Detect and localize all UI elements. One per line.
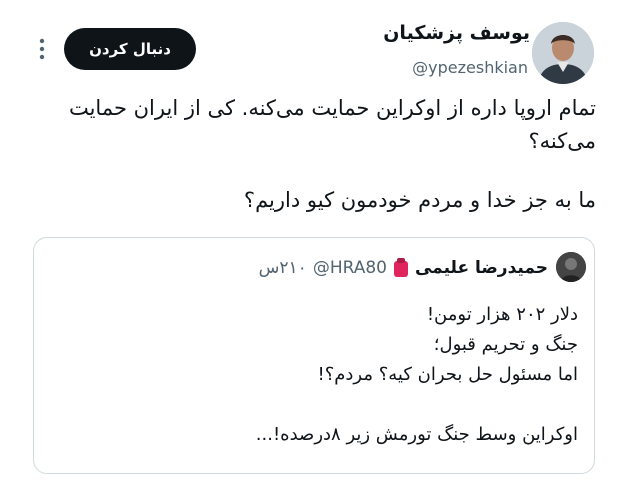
quoted-line bbox=[58, 390, 578, 420]
quoted-line: دلار ۲۰۲ هزار تومن! bbox=[426, 304, 578, 325]
author-avatar[interactable] bbox=[532, 22, 594, 84]
quoted-text: دلار ۲۰۲ هزار تومن! جنگ و تحریم قبول؛ ام… bbox=[58, 300, 578, 450]
tweet-paragraph: تمام اروپا داره از اوکراین حمایت می‌کنه.… bbox=[68, 96, 596, 153]
person-portrait-icon bbox=[556, 252, 586, 282]
author-name[interactable]: یوسف پزشکیان bbox=[383, 22, 530, 44]
tweet-text: تمام اروپا داره از اوکراین حمایت می‌کنه.… bbox=[36, 92, 596, 217]
quoted-author-name: حمیدرضا علیمی bbox=[414, 258, 548, 278]
quoted-author-handle: @HRA80 bbox=[312, 258, 387, 278]
red-badge-icon bbox=[393, 258, 409, 278]
quoted-line: اما مسئول حل بحران کیه؟ مردم؟! bbox=[317, 364, 579, 385]
author-handle[interactable]: @ypezeshkian bbox=[412, 58, 528, 77]
quoted-line: اوکراین وسط جنگ تورمش زیر ۸درصده!... bbox=[255, 424, 578, 445]
follow-button[interactable]: دنبال کردن bbox=[64, 28, 196, 70]
tweet-paragraph: ما به جز خدا و مردم خودمون کیو داریم؟ bbox=[243, 188, 596, 212]
more-options-icon[interactable] bbox=[32, 36, 52, 62]
person-portrait-icon bbox=[532, 22, 594, 84]
quoted-author-avatar bbox=[556, 252, 586, 282]
quoted-header: حمیدرضا علیمی @HRA80 ۲۱۰س bbox=[259, 258, 548, 278]
quoted-tweet-card[interactable]: حمیدرضا علیمی @HRA80 ۲۱۰س دلار ۲۰۲ هزار … bbox=[33, 237, 595, 474]
quoted-timestamp: ۲۱۰س bbox=[258, 258, 307, 278]
quoted-line: جنگ و تحریم قبول؛ bbox=[433, 334, 578, 355]
